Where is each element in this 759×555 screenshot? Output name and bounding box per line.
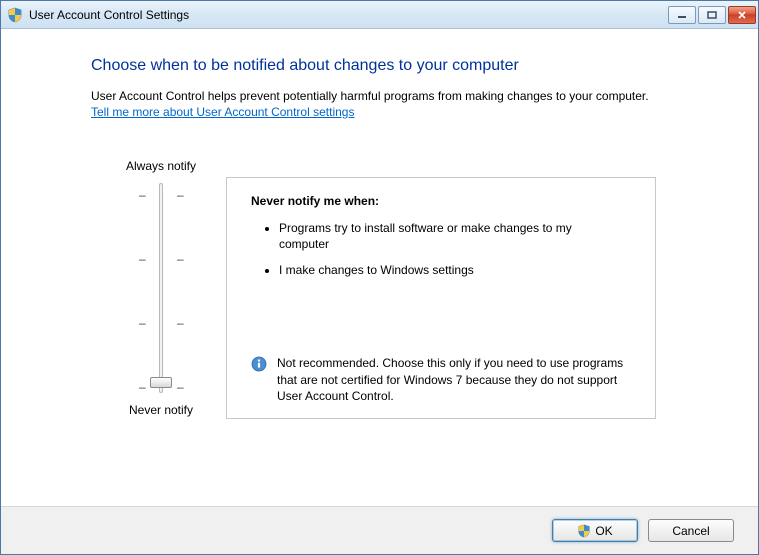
cancel-button-label: Cancel — [672, 524, 709, 538]
close-button[interactable] — [728, 6, 756, 24]
minimize-button[interactable] — [668, 6, 696, 24]
slider-thumb[interactable] — [150, 377, 172, 388]
ok-button[interactable]: OK — [552, 519, 638, 542]
recommendation-text: Not recommended. Choose this only if you… — [277, 355, 635, 404]
content-area: Choose when to be notified about changes… — [1, 29, 758, 506]
uac-shield-icon — [7, 7, 23, 23]
slider-top-label: Always notify — [101, 159, 221, 173]
uac-settings-window: User Account Control Settings Choose whe… — [0, 0, 759, 555]
panel-bullet: I make changes to Windows settings — [279, 262, 635, 278]
dialog-footer: OK Cancel — [1, 506, 758, 554]
cancel-button[interactable]: Cancel — [648, 519, 734, 542]
notification-slider: Always notify –– –– –– –– Never notify — [101, 159, 221, 417]
slider-track[interactable]: –– –– –– –– — [101, 183, 221, 393]
maximize-button[interactable] — [698, 6, 726, 24]
ok-button-label: OK — [595, 524, 612, 538]
info-icon — [251, 356, 267, 372]
window-title: User Account Control Settings — [29, 8, 668, 22]
page-heading: Choose when to be notified about changes… — [91, 57, 702, 75]
learn-more-link[interactable]: Tell me more about User Account Control … — [91, 105, 354, 119]
titlebar: User Account Control Settings — [1, 1, 758, 29]
panel-bullet-list: Programs try to install software or make… — [251, 220, 635, 279]
panel-heading: Never notify me when: — [251, 194, 635, 208]
panel-bullet: Programs try to install software or make… — [279, 220, 635, 252]
recommendation-row: Not recommended. Choose this only if you… — [251, 355, 635, 404]
slider-bottom-label: Never notify — [101, 403, 221, 417]
window-controls — [668, 6, 756, 24]
page-description: User Account Control helps prevent poten… — [91, 89, 702, 103]
level-description-panel: Never notify me when: Programs try to in… — [226, 177, 656, 419]
uac-shield-icon — [577, 524, 591, 538]
